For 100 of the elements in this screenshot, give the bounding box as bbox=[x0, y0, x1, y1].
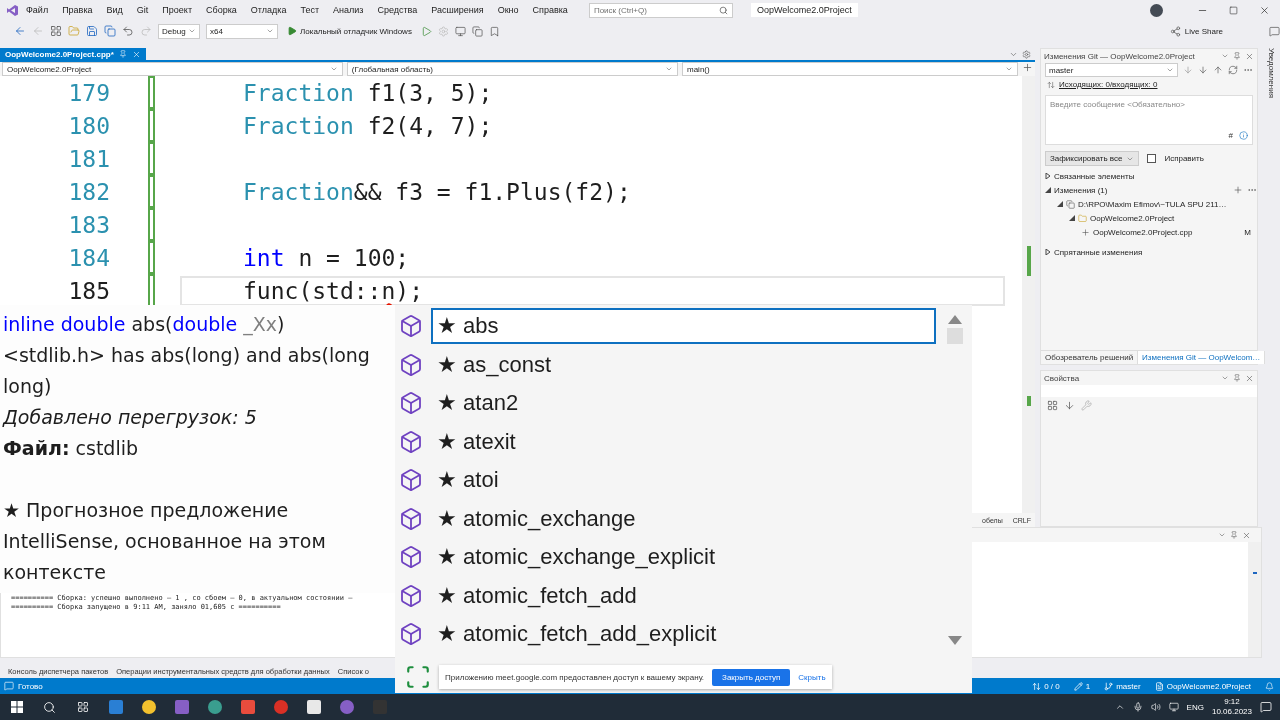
open-folder-icon[interactable] bbox=[68, 25, 80, 37]
scrollbar[interactable] bbox=[1248, 542, 1261, 657]
completion-item[interactable]: ★ atomic_fetch_add bbox=[431, 577, 936, 614]
hide-link[interactable]: Скрыть bbox=[798, 672, 826, 682]
share-icon[interactable] bbox=[1169, 25, 1181, 37]
outgoing-link[interactable]: Исходящих: 0/входящих: 0 bbox=[1059, 80, 1158, 89]
menu-item[interactable]: Справка bbox=[525, 5, 575, 15]
menu-item[interactable]: Правка bbox=[55, 5, 100, 15]
close-icon[interactable] bbox=[1245, 51, 1254, 61]
tree-item[interactable]: Связанные элементы bbox=[1054, 171, 1135, 181]
panel-tab[interactable]: Изменения Git — OopWelcom… bbox=[1138, 351, 1266, 364]
undo-icon[interactable] bbox=[122, 25, 134, 37]
pin-icon[interactable] bbox=[1233, 374, 1241, 382]
expanded-icon[interactable] bbox=[1069, 215, 1075, 221]
collapsed-icon[interactable] bbox=[1045, 173, 1051, 179]
dropdown-icon[interactable] bbox=[665, 65, 673, 73]
windows-icon[interactable] bbox=[10, 701, 23, 713]
menu-item[interactable]: Сборка bbox=[199, 5, 244, 15]
completion-item[interactable]: ★ atan2 bbox=[431, 385, 936, 422]
dropdown-icon[interactable] bbox=[329, 65, 338, 73]
back-icon[interactable] bbox=[14, 25, 26, 37]
dropdown-icon[interactable] bbox=[1221, 52, 1229, 60]
status-item[interactable]: 0 / 0 bbox=[1032, 681, 1060, 691]
dropdown-icon[interactable] bbox=[1221, 374, 1229, 382]
chevron-up-icon[interactable] bbox=[1114, 702, 1125, 712]
stop-sharing-button[interactable]: Закрыть доступ bbox=[712, 668, 791, 686]
commit-message-field[interactable]: Введите сообщение <Обязательно> # bbox=[1045, 95, 1253, 145]
completion-item[interactable]: ★ abs bbox=[431, 308, 936, 345]
microphone-icon[interactable] bbox=[1132, 702, 1143, 712]
close-icon[interactable] bbox=[1242, 530, 1251, 540]
add-icon[interactable] bbox=[1022, 62, 1033, 73]
tree-item[interactable]: OopWelcome2.0Project.cpp bbox=[1093, 227, 1193, 237]
menu-item[interactable]: Файл bbox=[19, 5, 56, 15]
pull-icon[interactable] bbox=[1198, 65, 1208, 75]
commit-button[interactable]: Зафиксировать все bbox=[1045, 151, 1140, 166]
play-outline-icon[interactable] bbox=[420, 25, 432, 37]
feedback-icon[interactable] bbox=[1269, 25, 1280, 37]
menu-item[interactable]: Тест bbox=[293, 5, 327, 15]
dropdown-icon[interactable] bbox=[188, 27, 196, 35]
collapsed-icon[interactable] bbox=[1045, 249, 1051, 255]
copy-icon[interactable] bbox=[471, 25, 483, 37]
scroll-thumb[interactable] bbox=[947, 328, 963, 344]
menu-item[interactable]: Анализ bbox=[326, 5, 371, 15]
save-all-icon[interactable] bbox=[104, 25, 116, 37]
dropdown-icon[interactable] bbox=[1218, 531, 1226, 539]
completion-item[interactable]: ★ atomic_fetch_add_explicit bbox=[431, 616, 936, 653]
completion-item[interactable]: ★ atomic_exchange_explicit bbox=[431, 539, 936, 576]
tree-item[interactable]: OopWelcome2.0Project bbox=[1090, 213, 1175, 223]
push-icon[interactable] bbox=[1213, 65, 1223, 75]
tree-item[interactable]: Спрятанные изменения bbox=[1054, 247, 1143, 257]
completion-item[interactable]: ★ as_const bbox=[431, 346, 936, 383]
tree-item[interactable]: D:\RPO\Maxim Efimov\~TULA SPU 211… bbox=[1078, 199, 1227, 209]
run-button[interactable]: Локальный отладчик Windows bbox=[284, 26, 415, 36]
navigation-dropdown[interactable]: OopWelcome2.0Project bbox=[2, 62, 343, 76]
language-indicator[interactable]: ENG bbox=[1186, 702, 1204, 712]
menu-item[interactable]: Окно bbox=[490, 5, 526, 15]
pin-icon[interactable] bbox=[1233, 52, 1241, 60]
dropdown-icon[interactable] bbox=[1166, 66, 1174, 74]
navigation-dropdown[interactable]: (Глобальная область) bbox=[346, 62, 678, 76]
arrows-icon[interactable] bbox=[1047, 80, 1055, 89]
fetch-icon[interactable] bbox=[1183, 65, 1193, 75]
menu-item[interactable]: Проект bbox=[155, 5, 199, 15]
sync-icon[interactable] bbox=[1228, 65, 1238, 75]
completion-item[interactable]: ★ atoi bbox=[431, 462, 936, 499]
navigation-dropdown[interactable]: main() bbox=[682, 62, 1018, 76]
speaker-icon[interactable] bbox=[1150, 702, 1161, 712]
status-item[interactable]: master bbox=[1104, 681, 1141, 691]
scroll-up-icon[interactable] bbox=[948, 315, 962, 324]
document-tab[interactable]: OopWelcome2.0Project.cpp* bbox=[0, 48, 146, 60]
close-icon[interactable] bbox=[131, 49, 141, 59]
file-plus-icon[interactable] bbox=[1081, 227, 1090, 237]
categorized-icon[interactable] bbox=[1047, 400, 1058, 411]
search-field[interactable]: Поиск (Ctrl+Q) bbox=[588, 2, 733, 18]
tree-item[interactable]: Изменения (1) bbox=[1054, 185, 1108, 195]
status-item[interactable]: 1 bbox=[1073, 681, 1091, 691]
live-share-button[interactable]: Live Share bbox=[1169, 25, 1223, 37]
message-icon[interactable] bbox=[4, 681, 14, 691]
bookmark-icon[interactable] bbox=[488, 25, 500, 37]
pin-icon[interactable] bbox=[118, 50, 127, 58]
info-icon[interactable] bbox=[1239, 131, 1248, 140]
menu-item[interactable]: Git bbox=[129, 5, 156, 15]
notifications-tab[interactable]: Уведомления bbox=[1266, 48, 1276, 678]
notification-icon[interactable] bbox=[1260, 701, 1272, 713]
task-view-icon[interactable] bbox=[76, 701, 89, 713]
completion-item[interactable]: ★ atomic_exchange bbox=[431, 500, 936, 537]
wrench-icon[interactable] bbox=[1081, 400, 1092, 411]
restore-icon[interactable] bbox=[1229, 5, 1238, 15]
close-icon[interactable] bbox=[1259, 4, 1270, 16]
scroll-down-icon[interactable] bbox=[948, 636, 962, 645]
sort-icon[interactable] bbox=[1064, 400, 1075, 411]
checkbox[interactable] bbox=[1147, 154, 1157, 163]
expanded-icon[interactable] bbox=[1045, 187, 1051, 193]
scrollbar[interactable] bbox=[1022, 76, 1035, 513]
save-icon[interactable] bbox=[86, 25, 98, 37]
search-icon[interactable] bbox=[43, 700, 56, 714]
clock-time[interactable]: 9:12 bbox=[1224, 697, 1240, 707]
app-icon[interactable] bbox=[306, 700, 321, 714]
configuration-select[interactable]: Debug bbox=[158, 23, 200, 39]
completion-item[interactable]: ★ atexit bbox=[431, 423, 936, 460]
avatar[interactable] bbox=[1150, 3, 1163, 17]
